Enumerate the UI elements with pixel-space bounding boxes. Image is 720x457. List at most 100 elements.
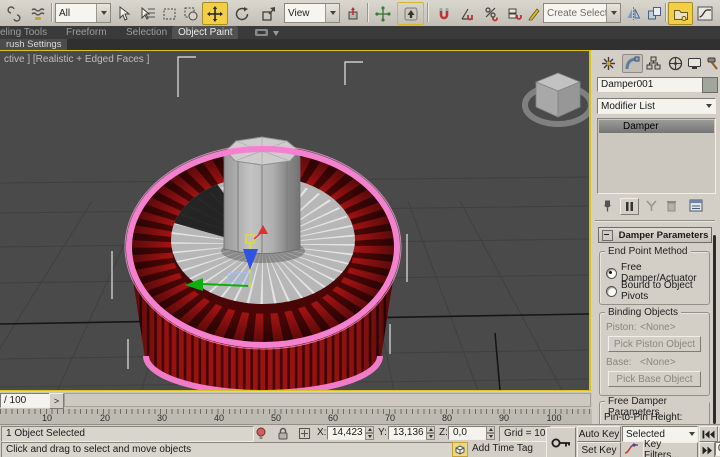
- panel-scrollbar[interactable]: [713, 235, 716, 424]
- go-to-end-button[interactable]: [699, 442, 715, 457]
- keyboard-override-icon[interactable]: [397, 2, 424, 25]
- remove-modifier-icon[interactable]: [663, 198, 680, 213]
- main-toolbar: All View: [0, 0, 720, 27]
- tab-motion-icon[interactable]: [665, 54, 686, 73]
- ribbon-subtab-bar: rush Settings: [0, 39, 720, 50]
- stack-toolbar: [597, 198, 714, 215]
- tick-label: 100: [542, 413, 566, 423]
- show-end-result-icon[interactable]: [620, 198, 639, 215]
- tab-brush-settings[interactable]: rush Settings: [0, 39, 67, 50]
- named-sets-dropdown[interactable]: Create Selection Se: [543, 3, 621, 23]
- pick-piston-button[interactable]: Pick Piston Object: [608, 336, 701, 352]
- tab-modify-icon[interactable]: [622, 54, 643, 73]
- chevron-down-icon: [706, 104, 712, 108]
- select-manipulate-icon[interactable]: [371, 2, 395, 25]
- tab-hierarchy-icon[interactable]: [643, 54, 664, 73]
- select-scale-icon[interactable]: [256, 2, 282, 25]
- radio-icon[interactable]: [606, 268, 617, 279]
- pick-base-button[interactable]: Pick Base Object: [608, 371, 701, 387]
- tab-create-icon[interactable]: [598, 54, 619, 73]
- chevron-down-icon: [689, 432, 695, 436]
- damper-object[interactable]: [125, 137, 401, 390]
- unlink-selection-icon[interactable]: [2, 2, 26, 25]
- set-key-button[interactable]: Set Key: [577, 442, 621, 457]
- default-tangent-icon[interactable]: [622, 442, 640, 456]
- tick-label: 50: [264, 413, 288, 423]
- tab-freeform[interactable]: Freeform: [60, 26, 113, 39]
- time-slider-handle[interactable]: / 100: [0, 393, 54, 408]
- spinner-snap-icon[interactable]: [504, 2, 526, 25]
- selection-filter-dropdown[interactable]: All: [55, 3, 111, 23]
- go-start-icon: [702, 430, 715, 439]
- ribbon-toggle-icon[interactable]: [668, 2, 693, 25]
- percent-snap-icon[interactable]: [480, 2, 504, 25]
- radio-bound-pivots[interactable]: Bound to Object Pivots: [606, 280, 709, 302]
- pin-stack-icon[interactable]: [599, 198, 616, 213]
- modifier-stack[interactable]: Damper: [597, 118, 716, 194]
- configure-modifier-sets-icon[interactable]: [687, 198, 704, 213]
- selection-lock-icon[interactable]: [274, 426, 291, 441]
- isolate-selection-icon[interactable]: [252, 426, 269, 441]
- schematic-view-icon[interactable]: [716, 2, 720, 25]
- modifier-list-dropdown[interactable]: Modifier List: [597, 98, 716, 114]
- modifier-stack-item[interactable]: Damper: [599, 120, 714, 133]
- viewport-label[interactable]: ctive ] [Realistic + Edged Faces ]: [4, 54, 149, 65]
- bind-spacewarp-icon[interactable]: [26, 2, 50, 25]
- tab-modeling-tools[interactable]: eling Tools: [0, 26, 53, 39]
- track-bar[interactable]: 10 20 30 40 50 60 70 80 90 100: [0, 409, 592, 424]
- radio-icon[interactable]: [606, 286, 617, 297]
- select-object-icon[interactable]: [112, 2, 136, 25]
- align-icon[interactable]: [643, 2, 665, 25]
- viewport[interactable]: [0, 50, 591, 391]
- select-by-name-icon[interactable]: [136, 2, 160, 25]
- selection-filter-value: All: [56, 8, 96, 19]
- tab-utilities-icon[interactable]: [703, 54, 720, 73]
- time-slider-track[interactable]: [64, 393, 591, 407]
- absolute-offset-mode-icon[interactable]: [296, 426, 313, 441]
- viewport-canvas[interactable]: [0, 51, 589, 390]
- x-spinner[interactable]: [365, 426, 374, 440]
- pivot-center-icon[interactable]: [341, 2, 366, 25]
- group-title: Binding Objects: [605, 307, 681, 318]
- set-keys-button[interactable]: [546, 427, 576, 457]
- go-to-start-button[interactable]: [699, 426, 718, 442]
- selection-status: 1 Object Selected: [1, 426, 254, 442]
- angle-snap-icon[interactable]: [456, 2, 480, 25]
- make-unique-icon[interactable]: [643, 198, 660, 213]
- next-frame-button[interactable]: >: [49, 393, 64, 409]
- object-name-field[interactable]: Damper001: [597, 77, 705, 92]
- key-icon: [550, 436, 572, 450]
- time-tag-icon[interactable]: [452, 442, 468, 457]
- tab-display-icon[interactable]: [684, 54, 705, 73]
- ribbon-display-icon[interactable]: [254, 28, 280, 38]
- tick-label: 90: [492, 413, 516, 423]
- named-sets-placeholder: Create Selection Se: [544, 8, 606, 19]
- key-filters-button[interactable]: Key Filters...: [643, 442, 698, 457]
- z-spinner[interactable]: [486, 426, 495, 440]
- add-time-tag[interactable]: Add Time Tag: [472, 442, 533, 456]
- auto-key-button[interactable]: Auto Key: [577, 426, 621, 442]
- snaps-toggle-icon[interactable]: [432, 2, 456, 25]
- ref-coord-dropdown[interactable]: View: [284, 3, 340, 23]
- base-value: <None>: [640, 357, 676, 368]
- object-color-swatch[interactable]: [702, 77, 718, 93]
- select-move-icon[interactable]: [202, 2, 228, 25]
- viewcube[interactable]: [525, 73, 589, 124]
- current-frame-field[interactable]: 0: [715, 442, 720, 456]
- y-coordinate-field[interactable]: 13,136: [388, 426, 430, 440]
- piston-cylinder[interactable]: [224, 137, 300, 256]
- y-spinner[interactable]: [426, 426, 435, 440]
- curve-editor-icon[interactable]: [693, 2, 717, 25]
- mirror-icon[interactable]: [622, 2, 644, 25]
- x-coordinate-field[interactable]: 14,423: [327, 426, 369, 440]
- tab-object-paint[interactable]: Object Paint: [172, 26, 238, 39]
- select-rotate-icon[interactable]: [229, 2, 255, 25]
- window-crossing-icon[interactable]: [180, 2, 202, 25]
- tab-selection[interactable]: Selection: [120, 26, 173, 39]
- selection-region-icon[interactable]: [159, 2, 181, 25]
- edit-named-sets-icon[interactable]: [525, 2, 543, 25]
- rollout-title-text: Damper Parameters: [616, 230, 711, 241]
- prompt-line: Click and drag to select and move object…: [1, 442, 455, 457]
- z-coordinate-field[interactable]: 0,0: [448, 426, 490, 440]
- rollout-damper-parameters[interactable]: Damper Parameters: [598, 227, 712, 243]
